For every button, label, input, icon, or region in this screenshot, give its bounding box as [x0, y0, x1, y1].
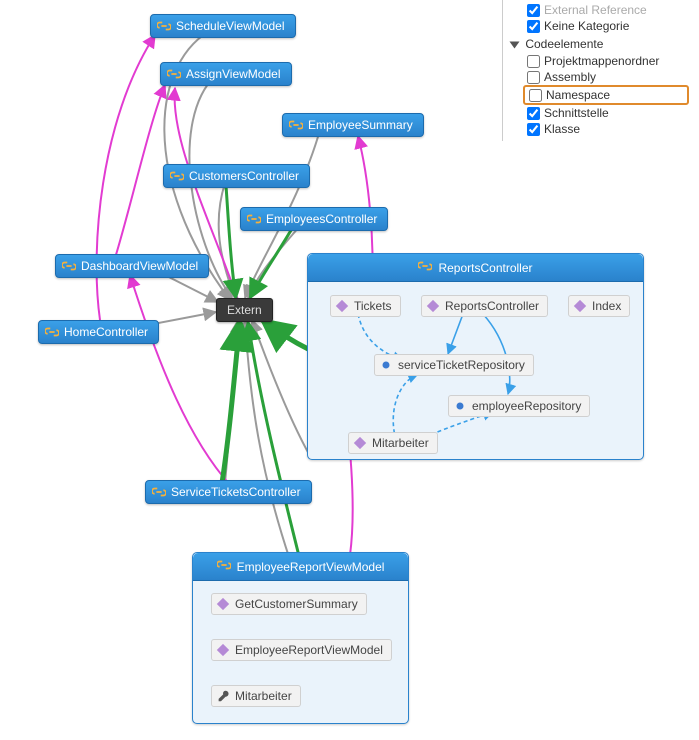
member-index[interactable]: Index [568, 295, 630, 317]
member-label: Index [592, 299, 621, 313]
class-icon [152, 485, 166, 499]
node-employeesummary[interactable]: EmployeeSummary [282, 113, 424, 137]
node-label: ScheduleViewModel [176, 19, 285, 33]
filter-item-external-reference[interactable]: External Reference [509, 2, 689, 18]
property-icon [216, 689, 230, 703]
class-icon [157, 19, 171, 33]
node-label: Extern [227, 303, 262, 317]
filter-item-keine-kategorie[interactable]: Keine Kategorie [509, 18, 689, 34]
class-icon [289, 118, 303, 132]
checkbox[interactable] [527, 4, 540, 17]
filter-item-schnittstelle[interactable]: Schnittstelle [509, 105, 689, 121]
member-label: Mitarbeiter [235, 689, 292, 703]
node-customerscontroller[interactable]: CustomersController [163, 164, 310, 188]
group-title: ReportsController [438, 261, 532, 275]
method-icon [216, 643, 230, 657]
member-tickets[interactable]: Tickets [330, 295, 401, 317]
node-label: DashboardViewModel [81, 259, 198, 273]
node-label: AssignViewModel [186, 67, 281, 81]
member-label: employeeRepository [472, 399, 581, 413]
node-dashboardviewmodel[interactable]: DashboardViewModel [55, 254, 209, 278]
filter-label: Assembly [544, 70, 596, 84]
node-label: CustomersController [189, 169, 299, 183]
class-icon [217, 558, 231, 575]
checkbox[interactable] [527, 107, 540, 120]
filter-item-klasse[interactable]: Klasse [509, 121, 689, 137]
node-homecontroller[interactable]: HomeController [38, 320, 159, 344]
member-label: Tickets [354, 299, 392, 313]
member-label: Mitarbeiter [372, 436, 429, 450]
filter-label: Namespace [546, 88, 610, 102]
filter-panel: External Reference Keine Kategorie Codee… [502, 0, 689, 141]
group-reportscontroller[interactable]: ReportsController Tickets ReportsControl… [307, 253, 644, 460]
field-icon [453, 399, 467, 413]
filter-label: Projektmappenordner [544, 54, 659, 68]
filter-item-assembly[interactable]: Assembly [509, 69, 689, 85]
node-extern[interactable]: Extern [216, 298, 273, 322]
group-header[interactable]: EmployeeReportViewModel [193, 553, 408, 581]
class-icon [62, 259, 76, 273]
member-label: GetCustomerSummary [235, 597, 358, 611]
method-icon [426, 299, 440, 313]
checkbox[interactable] [527, 55, 540, 68]
member-mitarbeiter[interactable]: Mitarbeiter [348, 432, 438, 454]
filter-label: External Reference [544, 3, 647, 17]
filter-label: Klasse [544, 122, 580, 136]
filter-item-namespace[interactable]: Namespace [523, 85, 689, 105]
checkbox[interactable] [529, 89, 542, 102]
node-label: EmployeesController [266, 212, 377, 226]
member-label: ReportsController [445, 299, 539, 313]
node-employeescontroller[interactable]: EmployeesController [240, 207, 388, 231]
node-assignviewmodel[interactable]: AssignViewModel [160, 62, 292, 86]
filter-group-codeelemente[interactable]: Codeelemente [509, 34, 689, 53]
member-reportscontroller[interactable]: ReportsController [421, 295, 548, 317]
class-icon [45, 325, 59, 339]
member-label: EmployeeReportViewModel [235, 643, 383, 657]
member-employeerepository[interactable]: employeeRepository [448, 395, 590, 417]
member-getcustomersummary[interactable]: GetCustomerSummary [211, 593, 367, 615]
member-label: serviceTicketRepository [398, 358, 525, 372]
class-icon [167, 67, 181, 81]
checkbox[interactable] [527, 123, 540, 136]
filter-label: Schnittstelle [544, 106, 609, 120]
class-icon [418, 259, 432, 276]
field-icon [379, 358, 393, 372]
member-serviceticketrepository[interactable]: serviceTicketRepository [374, 354, 534, 376]
method-icon [573, 299, 587, 313]
filter-item-projektmappenordner[interactable]: Projektmappenordner [509, 53, 689, 69]
method-icon [353, 436, 367, 450]
node-label: ServiceTicketsController [171, 485, 301, 499]
group-employeereportviewmodel[interactable]: EmployeeReportViewModel GetCustomerSumma… [192, 552, 409, 724]
node-scheduleviewmodel[interactable]: ScheduleViewModel [150, 14, 296, 38]
member-ctor[interactable]: EmployeeReportViewModel [211, 639, 392, 661]
filter-group-label: Codeelemente [525, 37, 603, 51]
node-label: EmployeeSummary [308, 118, 413, 132]
method-icon [335, 299, 349, 313]
checkbox[interactable] [527, 20, 540, 33]
filter-label: Keine Kategorie [544, 19, 629, 33]
expand-icon [510, 41, 520, 48]
class-icon [170, 169, 184, 183]
node-label: HomeController [64, 325, 148, 339]
group-header[interactable]: ReportsController [308, 254, 643, 282]
checkbox[interactable] [527, 71, 540, 84]
method-icon [216, 597, 230, 611]
member-mitarbeiter-prop[interactable]: Mitarbeiter [211, 685, 301, 707]
node-serviceticketscontroller[interactable]: ServiceTicketsController [145, 480, 312, 504]
class-icon [247, 212, 261, 226]
group-title: EmployeeReportViewModel [237, 560, 385, 574]
